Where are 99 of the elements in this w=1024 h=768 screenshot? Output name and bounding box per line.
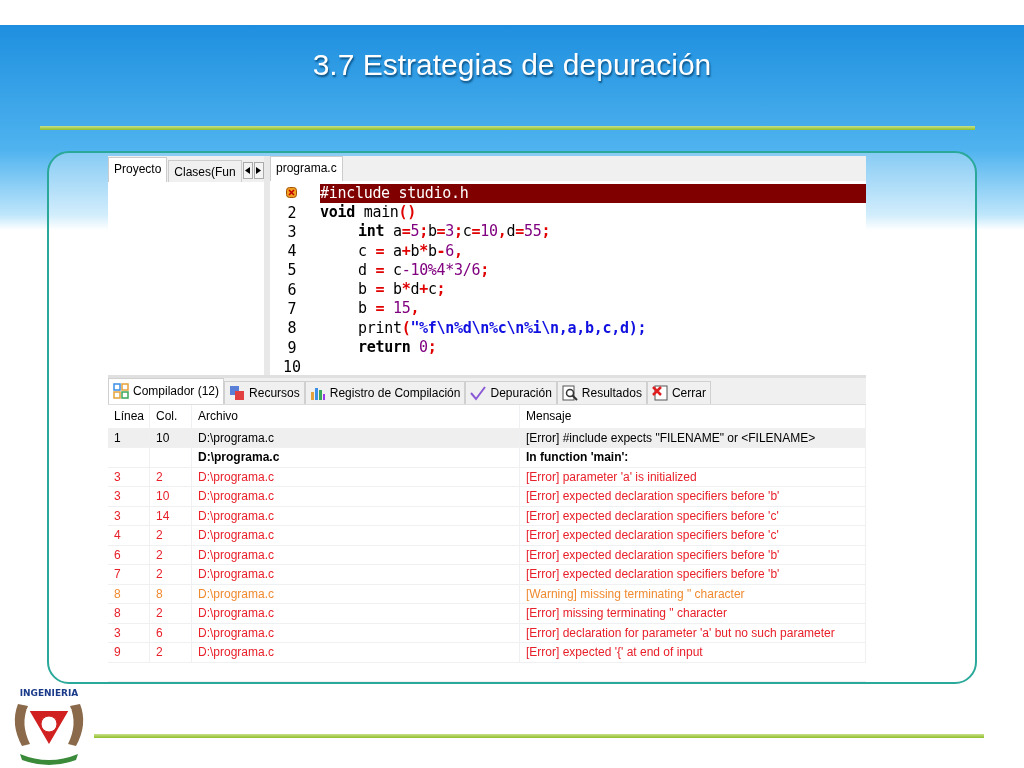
column-header: Archivo [192, 404, 520, 428]
column-header: Línea [108, 404, 150, 428]
table-cell: 2 [156, 469, 163, 484]
stacked-squares-icon [229, 384, 246, 401]
table-cell: 6 [156, 625, 163, 640]
table-cell: 14 [156, 508, 170, 523]
table-cell: 2 [156, 528, 163, 543]
close-icon [651, 384, 668, 401]
line-number: 9 [287, 338, 297, 357]
panel-tab[interactable]: Clases(Fun [168, 159, 242, 182]
line-number: 4 [287, 242, 297, 261]
right-triangle-icon [256, 166, 262, 174]
table-cell: 6 [114, 547, 121, 562]
message-row[interactable]: 3 10 D:\programa.c [Error] expected declaration specifiers before 'b' [108, 487, 866, 507]
code-line: print("%f\n%d\n%c\n%i\n,a,b,c,d); [358, 318, 648, 339]
table-cell: 7 [114, 567, 121, 582]
table-cell: 2 [156, 547, 163, 562]
message-row[interactable]: 3 14 D:\programa.c [Error] expected declaration specifiers before 'c' [108, 506, 866, 527]
table-cell: [Error] expected declaration specifiers before 'b' [526, 489, 780, 504]
message-row[interactable]: 3 2 D:\programa.c [Error] parameter 'a' is initialized [108, 467, 866, 488]
table-cell: 8 [114, 606, 121, 621]
column-header: Col. [150, 404, 192, 428]
message-row[interactable]: 3 6 D:\programa.c [Error] declaration for parameter 'a' but no such parameter [108, 623, 866, 644]
code-line: int a=5;b=3;c=10,d=55; [358, 222, 552, 242]
table-cell: In function 'main': [526, 450, 629, 465]
table-cell: [Error] expected declaration specifiers before 'c' [526, 508, 779, 523]
table-cell: D:\programa.c [198, 625, 275, 640]
left-triangle-icon [245, 166, 251, 174]
table-cell: 2 [156, 645, 163, 660]
table-cell: [Error] parameter 'a' is initialized [526, 469, 697, 484]
table-cell: 10 [156, 489, 170, 504]
table-cell: D:\programa.c [198, 430, 275, 445]
message-row[interactable]: 1 10 D:\programa.c [Error] #include expects "FILENAME" or <FILENAME> [108, 428, 866, 449]
table-cell: D:\programa.c [198, 567, 275, 582]
slide-title: 3.7 Estrategias de depuración [311, 48, 713, 83]
table-cell: 8 [156, 586, 163, 601]
line-number: 5 [287, 261, 297, 280]
table-cell: 3 [114, 508, 121, 523]
panel-tab[interactable]: Resultados [556, 380, 647, 404]
table-cell: 2 [156, 606, 163, 621]
line-number: 10 [282, 357, 302, 376]
message-row[interactable]: 8 2 D:\programa.c [Error] missing terminating " character [108, 604, 866, 624]
table-cell: D:\programa.c [198, 469, 275, 484]
table-cell: [Error] declaration for parameter 'a' but no such parameter [526, 625, 835, 640]
emblem-logo: INGENIERIA [10, 684, 88, 768]
line-number: 3 [287, 222, 297, 241]
line-number: 8 [287, 319, 297, 338]
message-row[interactable]: 7 2 D:\programa.c [Error] expected declaration specifiers before 'b' [108, 565, 866, 585]
scroll-left-button[interactable] [242, 161, 253, 179]
code-line: c = a+b*b-6, [358, 241, 464, 261]
panel-tab[interactable]: Proyecto [108, 156, 168, 182]
message-row[interactable]: 9 2 D:\programa.c [Error] expected '{' at end of input [108, 643, 866, 663]
panel-tab[interactable]: Depuración [465, 380, 557, 404]
panel-tab[interactable]: Registro de Compilación [304, 380, 466, 404]
code-line: b = 15, [358, 299, 421, 319]
table-cell: [Error] expected '{' at end of input [526, 645, 703, 660]
message-row[interactable]: 4 2 D:\programa.c [Error] expected declaration specifiers before 'c' [108, 526, 866, 546]
table-cell: [Warning] missing terminating " character [526, 586, 745, 601]
line-number: 6 [287, 280, 297, 299]
table-cell: D:\programa.c [198, 450, 280, 465]
search-icon [561, 384, 578, 401]
table-cell: 3 [114, 489, 121, 504]
check-icon [470, 384, 487, 401]
code-line: void main() [320, 202, 418, 223]
scroll-right-button[interactable] [253, 161, 264, 179]
table-cell: D:\programa.c [198, 489, 275, 504]
table-cell: 1 [114, 430, 121, 445]
panel-tab[interactable]: Compilador (12) [108, 377, 225, 404]
code-editor[interactable]: #include studio.h 2 void main() 3 int a=5;b=3;c=10,d=55; 4 c = a+b*b-6, 5 d = c-10%4*3/6; 6 b = b*d+c; 7 b = 15, 8 print("%f\n%d\n%c\n%i\n,a,b,c,d); 9 return 0; 10 [270, 180, 866, 377]
table-cell: D:\programa.c [198, 508, 275, 523]
table-cell: 3 [114, 469, 121, 484]
line-number: 2 [287, 203, 297, 222]
line-number: 7 [287, 300, 297, 319]
table-cell: 9 [114, 645, 121, 660]
table-cell: D:\programa.c [198, 606, 275, 621]
table-cell: D:\programa.c [198, 547, 275, 562]
message-row[interactable]: D:\programa.c In function 'main': [108, 448, 866, 468]
code-line: d = c-10%4*3/6; [358, 260, 490, 281]
table-cell: 3 [114, 625, 121, 640]
table-cell: [Error] expected declaration specifiers before 'c' [526, 528, 779, 543]
table-cell: 8 [114, 586, 121, 601]
table-cell: [Error] #include expects "FILENAME" or <FILENAME> [526, 430, 816, 445]
table-cell: D:\programa.c [198, 645, 275, 660]
table-cell: 10 [156, 430, 170, 445]
grid-icon [113, 383, 129, 400]
file-tab[interactable]: programa.c [270, 155, 343, 181]
panel-tab[interactable]: Recursos [224, 380, 305, 404]
message-row[interactable]: 6 2 D:\programa.c [Error] expected declaration specifiers before 'b' [108, 545, 866, 566]
table-cell: [Error] missing terminating " character [526, 606, 727, 621]
table-cell: 2 [156, 567, 163, 582]
table-cell: [Error] expected declaration specifiers before 'b' [526, 547, 780, 562]
table-cell: 4 [114, 528, 121, 543]
table-cell: D:\programa.c [198, 586, 275, 601]
code-line: return 0; [358, 338, 438, 358]
code-line: b = b*d+c; [358, 280, 447, 300]
table-cell: [Error] expected declaration specifiers before 'b' [526, 567, 780, 582]
column-header: Mensaje [520, 404, 866, 428]
panel-tab[interactable]: Cerrar [646, 380, 711, 404]
table-cell: D:\programa.c [198, 528, 275, 543]
